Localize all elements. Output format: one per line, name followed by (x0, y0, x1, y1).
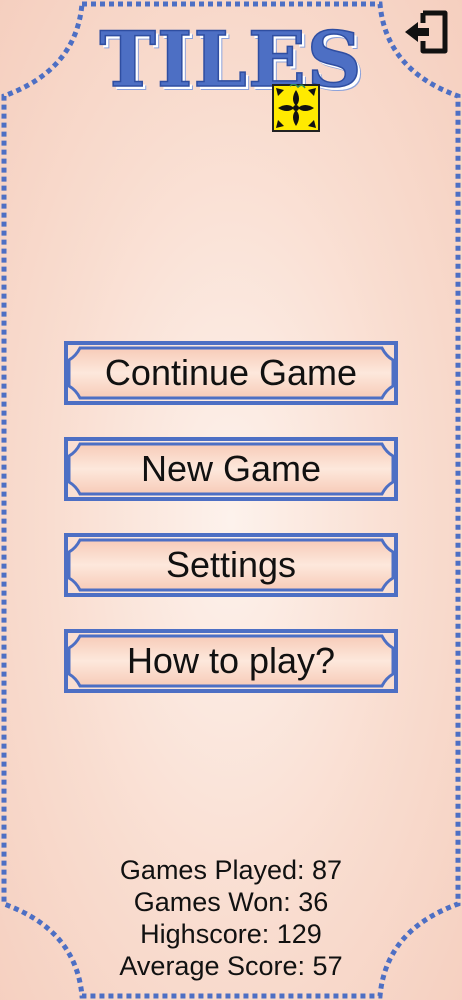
stat-games-won: Games Won: 36 (0, 886, 462, 918)
how-to-play-label: How to play? (126, 640, 336, 681)
app-title: TILES (99, 15, 363, 104)
exit-button[interactable] (402, 10, 450, 58)
how-to-play-button[interactable]: How to play? (62, 628, 400, 694)
stat-value: 87 (312, 855, 343, 885)
stat-value: 57 (312, 951, 343, 981)
stat-games-played: Games Played: 87 (0, 854, 462, 886)
statistics-panel: Games Played: 87 Games Won: 36 Highscore… (0, 854, 462, 982)
stat-value: 36 (298, 887, 329, 917)
new-game-button[interactable]: New Game (62, 436, 400, 502)
tile-flower-icon (272, 83, 320, 132)
settings-button[interactable]: Settings (62, 532, 400, 598)
stat-label: Highscore: (140, 919, 270, 949)
continue-game-button[interactable]: Continue Game (62, 340, 400, 406)
stat-label: Average Score: (119, 951, 306, 981)
stat-label: Games Played: (119, 855, 305, 885)
stat-label: Games Won: (133, 887, 291, 917)
stat-average-score: Average Score: 57 (0, 950, 462, 982)
continue-game-label: Continue Game (104, 352, 358, 393)
stat-highscore: Highscore: 129 (0, 918, 462, 950)
exit-door-icon (403, 9, 449, 60)
new-game-label: New Game (140, 448, 322, 489)
settings-label: Settings (165, 544, 297, 585)
stat-value: 129 (276, 919, 322, 949)
